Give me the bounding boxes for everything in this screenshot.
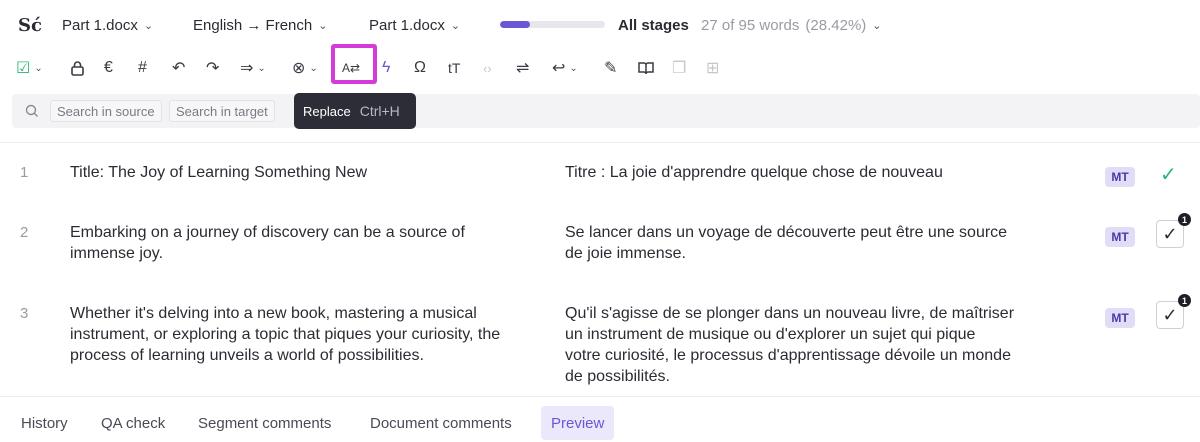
revert-button[interactable]: ↩ ⌄ (552, 56, 578, 80)
segment-target[interactable]: Qu'il s'agisse de se plonger dans un nou… (565, 303, 1015, 387)
language-pair-dropdown[interactable]: English → French ⌄ (193, 17, 327, 34)
euro-icon: € (104, 59, 113, 76)
mt-badge: MT (1105, 308, 1135, 328)
progress-bar (500, 21, 605, 28)
segment-number: 1 (20, 164, 29, 181)
feather-icon: ✎ (604, 60, 618, 77)
chevron-down-icon: ⌄ (450, 20, 461, 32)
search-in-source-input[interactable]: Search in source (50, 100, 162, 122)
copy-button[interactable]: ❐ (672, 56, 686, 80)
file-dropdown-left[interactable]: Part 1.docx ⌄ (62, 17, 153, 34)
chevron-down-icon: ⌄ (872, 20, 882, 32)
notification-count-badge: 1 (1178, 294, 1191, 307)
segment-source: Whether it's delving into a new book, ma… (70, 305, 501, 364)
text-case-icon: tT (448, 60, 461, 76)
special-chars-button[interactable]: Ω (414, 56, 426, 80)
text-case-button[interactable]: tT (448, 56, 460, 80)
replace-tooltip: Replace Ctrl+H (294, 93, 416, 129)
check-icon: ✓ (1162, 304, 1178, 325)
glossary-button[interactable] (638, 56, 654, 80)
clear-icon: ⊗ (292, 60, 306, 77)
redo-icon: ↷ (206, 60, 220, 77)
mt-badge: MT (1105, 167, 1135, 187)
undo-icon: ↶ (172, 60, 186, 77)
chevron-down-icon: ⌄ (318, 20, 328, 32)
euro-button[interactable]: € (104, 56, 113, 80)
word-count-dropdown[interactable]: 27 of 95 words (28.42%) ⌄ (701, 17, 882, 34)
book-icon (638, 62, 654, 75)
merge-button[interactable]: ⇌ (516, 56, 529, 80)
search-in-target-input[interactable]: Search in target (169, 100, 275, 122)
confirm-button[interactable]: ☑ ⌄ (16, 56, 43, 80)
lock-icon (71, 61, 84, 76)
feather-button[interactable]: ✎ (604, 56, 617, 80)
tab-segment-comments[interactable]: Segment comments (188, 406, 341, 440)
omega-icon: Ω (414, 59, 426, 76)
revert-icon: ↩ (552, 60, 566, 77)
lock-button[interactable] (70, 56, 85, 80)
chevron-down-icon: ⌄ (257, 62, 266, 74)
hash-button[interactable]: # (138, 56, 147, 80)
search-icon (25, 104, 38, 117)
words-progress: 27 of 95 words (701, 17, 800, 34)
file-name-right: Part 1.docx (369, 17, 445, 34)
hash-icon: # (138, 59, 147, 76)
bottom-panel-tabs: History QA check Segment comments Docume… (0, 396, 1200, 442)
mt-badge: MT (1105, 227, 1135, 247)
tab-history[interactable]: History (11, 406, 78, 440)
redo-button[interactable]: ↷ (206, 56, 219, 80)
copy-source-button[interactable]: ⇒ ⌄ (240, 56, 266, 80)
clear-button[interactable]: ⊗ ⌄ (292, 56, 318, 80)
lightning-icon: ϟ (382, 59, 391, 76)
app-logo[interactable]: Sć (18, 15, 42, 36)
tooltip-label: Replace (303, 103, 351, 119)
chevron-down-icon: ⌄ (309, 62, 318, 74)
code-button[interactable]: ‹› (483, 56, 492, 80)
segment-source: Title: The Joy of Learning Something New (70, 164, 368, 181)
language-pair-label: English → French (193, 17, 313, 34)
split-button[interactable]: ⊞ (706, 56, 719, 80)
segment-number: 2 (20, 224, 29, 241)
divider (0, 142, 1200, 143)
tab-qa-check[interactable]: QA check (91, 406, 175, 440)
segment-number: 3 (20, 305, 29, 322)
words-percent: (28.42%) (805, 17, 867, 34)
confirmed-check-icon[interactable]: ✓ (1160, 162, 1177, 187)
undo-button[interactable]: ↶ (172, 56, 185, 80)
code-icon: ‹› (483, 60, 492, 76)
tab-preview[interactable]: Preview (541, 406, 615, 440)
check-icon: ✓ (1162, 223, 1178, 244)
search-bar: Search in source Search in target (12, 94, 1200, 128)
split-icon: ⊞ (706, 60, 720, 77)
tooltip-shortcut: Ctrl+H (359, 103, 400, 119)
confirm-check-icon: ☑ (16, 60, 31, 77)
chevron-down-icon: ⌄ (143, 20, 154, 32)
merge-icon: ⇌ (516, 60, 530, 77)
tab-document-comments[interactable]: Document comments (360, 406, 522, 440)
file-name-left: Part 1.docx (62, 17, 138, 34)
editor-toolbar: ☑⌄ € # ↶ ↷ ⇒⌄ ⊗⌄ A⇄ ϟ Ω tT ‹› ⇌ ↩⌄ ✎ (0, 50, 1200, 86)
segment-target[interactable]: Se lancer dans un voyage de découverte p… (565, 222, 1015, 264)
chevron-down-icon: ⌄ (569, 62, 578, 74)
stages-label[interactable]: All stages (618, 17, 689, 34)
chevron-down-icon: ⌄ (34, 62, 43, 74)
copy-source-icon: ⇒ (240, 60, 254, 77)
copy-icon: ❐ (672, 60, 687, 77)
segment-target[interactable]: Titre : La joie d'apprendre quelque chos… (565, 162, 1015, 183)
replace-button-highlight (331, 44, 377, 84)
notification-count-badge: 1 (1178, 213, 1191, 226)
file-dropdown-right[interactable]: Part 1.docx ⌄ (369, 17, 460, 34)
progress-bar-fill (500, 21, 530, 28)
top-bar: Sć Part 1.docx ⌄ English → French ⌄ Part… (0, 0, 1200, 50)
lightning-button[interactable]: ϟ (382, 56, 390, 80)
segment-source: Embarking on a journey of discovery can … (70, 224, 465, 262)
